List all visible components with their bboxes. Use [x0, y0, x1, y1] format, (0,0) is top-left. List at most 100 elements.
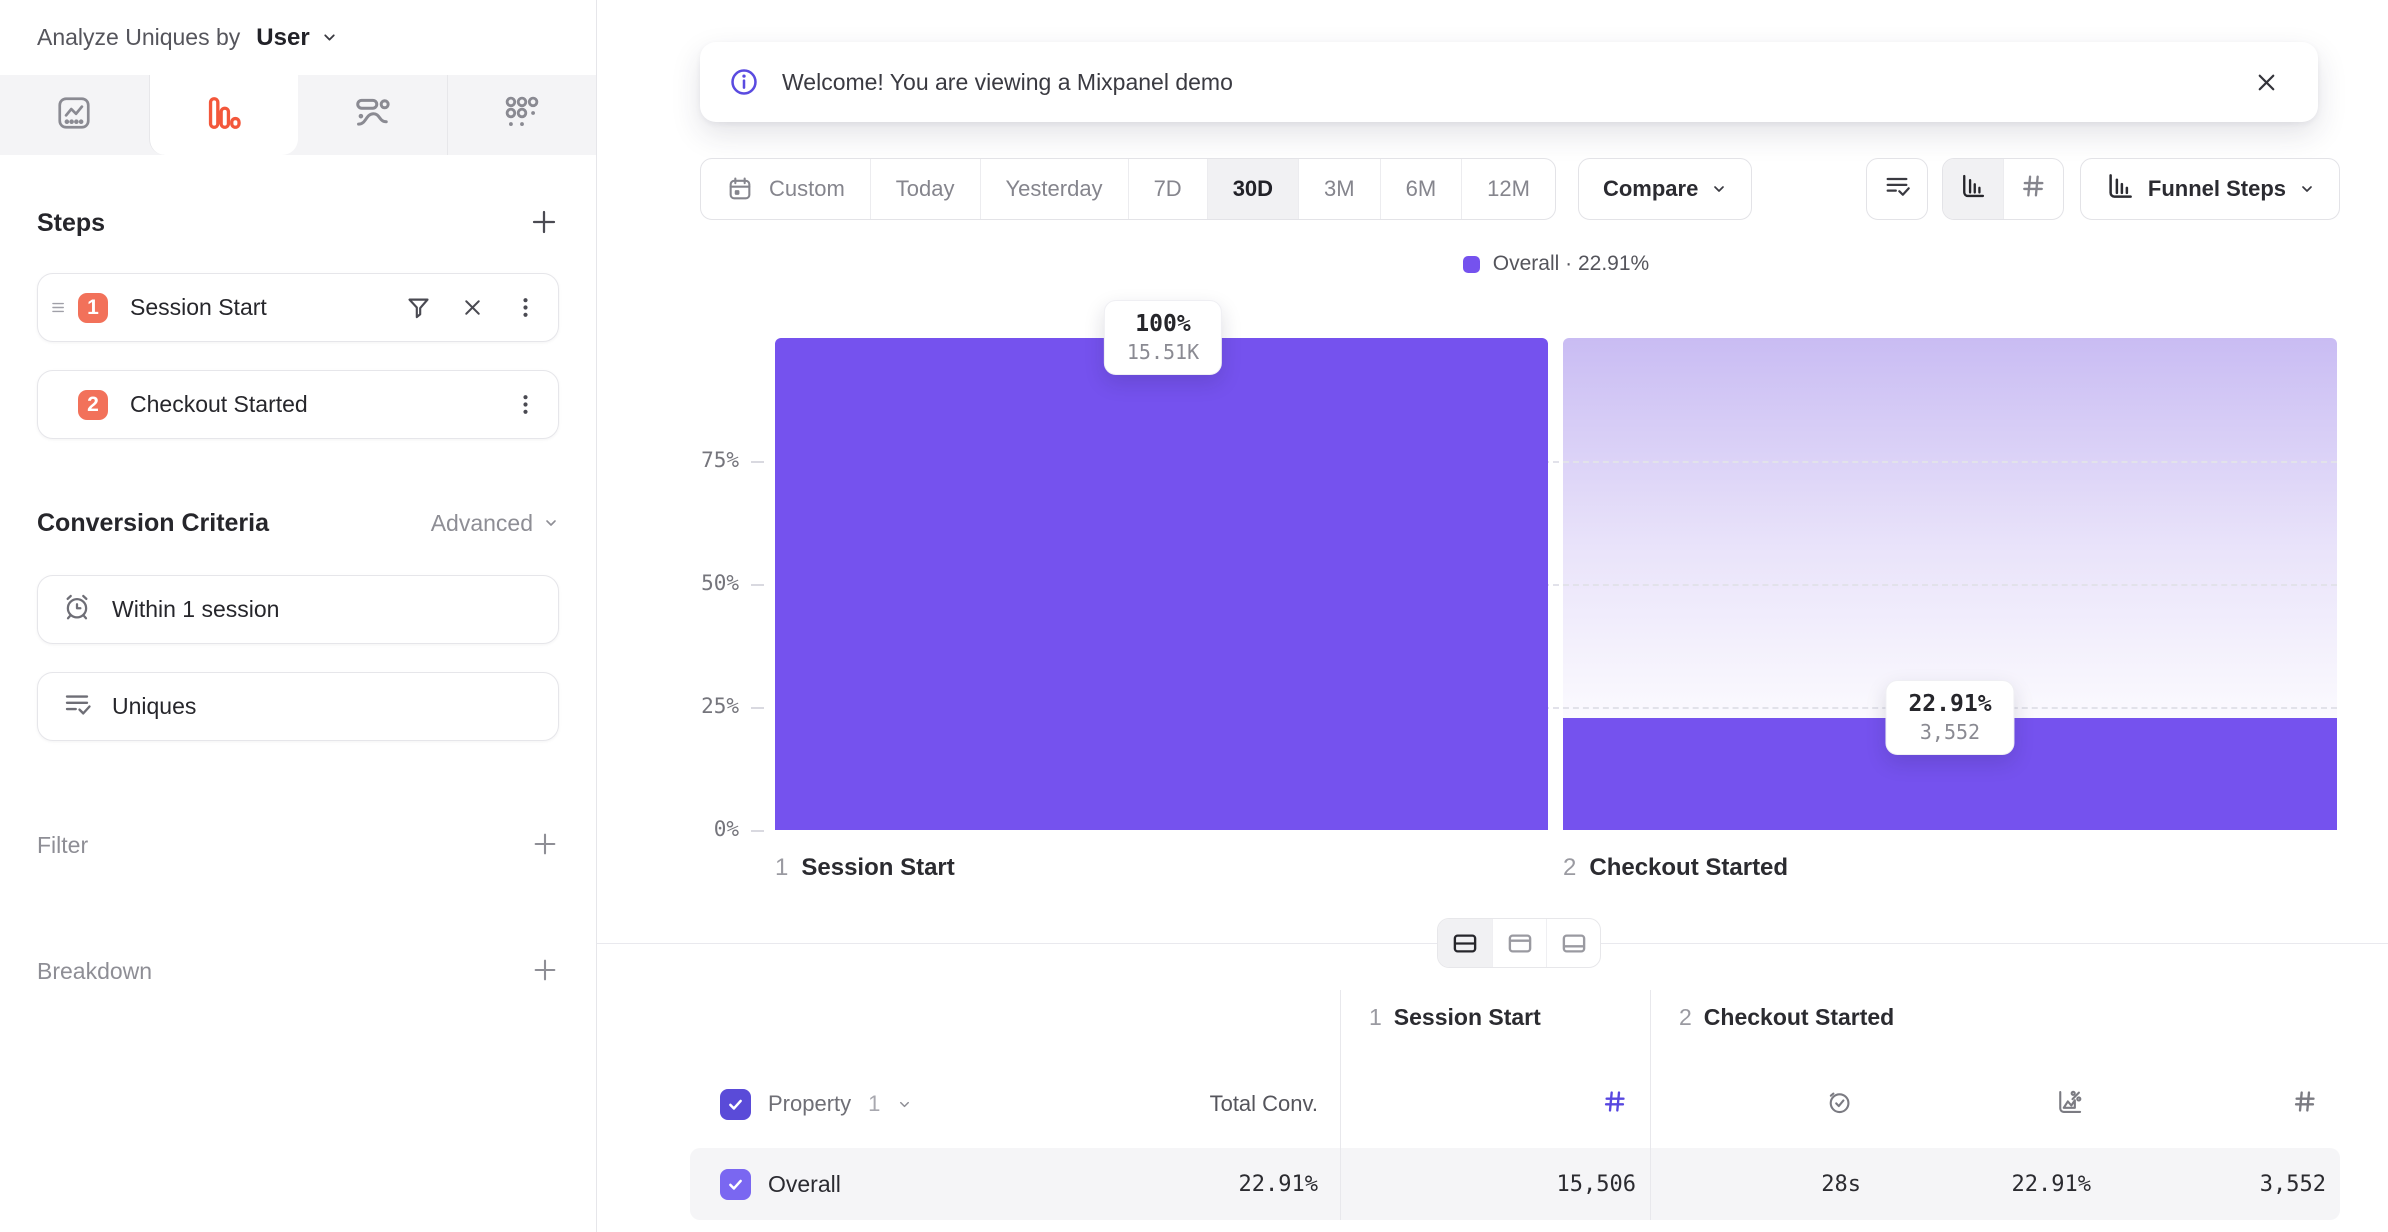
property-number: 1 [868, 1091, 880, 1117]
date-range-7d[interactable]: 7D [1128, 159, 1207, 219]
conversion-criteria-title: Conversion Criteria [37, 509, 269, 538]
add-step-button[interactable] [529, 207, 559, 240]
sidebar: Analyze Uniques by User [0, 0, 597, 1232]
table-row-overall: Overall [690, 1148, 1030, 1220]
step-card-checkout-started[interactable]: 2 Checkout Started [37, 370, 559, 439]
bar-pct: 22.91% [1908, 691, 1991, 717]
step-number-badge: 2 [78, 390, 108, 420]
clock-check-icon [1825, 1088, 1853, 1121]
calendar-icon [726, 175, 754, 203]
date-range-30d[interactable]: 30D [1207, 159, 1298, 219]
bar-value-tooltip: 22.91% 3,552 [1885, 680, 2014, 755]
counting-method-card[interactable]: Uniques [37, 672, 559, 741]
tab-funnels[interactable] [149, 75, 299, 155]
legend-label: Overall · 22.91% [1493, 252, 1649, 276]
date-range-6m[interactable]: 6M [1380, 159, 1462, 219]
kebab-menu-icon[interactable] [513, 295, 538, 320]
chevron-down-icon [543, 515, 559, 531]
bar-pct: 100% [1127, 311, 1199, 337]
hash-icon [2019, 172, 2047, 206]
drag-handle-icon[interactable] [38, 298, 78, 317]
panel-layout-toggle [1437, 918, 1601, 968]
filter-icon[interactable] [405, 294, 432, 321]
tab-retention[interactable] [447, 75, 597, 155]
select-all-checkbox[interactable] [720, 1089, 751, 1120]
date-range-today[interactable]: Today [870, 159, 980, 219]
breakdown-title: Breakdown [37, 958, 152, 985]
y-axis-tick-label: 25% [643, 694, 739, 718]
plus-icon [531, 956, 559, 987]
add-filter-button[interactable] [531, 830, 559, 861]
chart-format-toggle [1942, 158, 2064, 220]
property-label: Property [768, 1091, 851, 1117]
chevron-down-icon[interactable] [897, 1097, 912, 1112]
compare-label: Compare [1603, 176, 1698, 202]
toolbar: Custom Today Yesterday 7D 30D 3M 6M 12M … [700, 158, 2340, 220]
conversion-window-card[interactable]: Within 1 session [37, 575, 559, 644]
row-checkbox[interactable] [720, 1169, 751, 1200]
step2-count-value: 3,552 [2105, 1148, 2340, 1220]
list-check-icon [1883, 172, 1911, 206]
table-group-checkout-started: 2 Checkout Started [1650, 990, 2340, 1060]
hash-icon [1601, 1088, 1628, 1120]
layout-table-only-icon[interactable] [1546, 919, 1600, 967]
row-name: Overall [768, 1171, 841, 1198]
total-conv-header[interactable]: Total Conv. [1030, 1060, 1340, 1148]
insights-chart-icon [55, 94, 93, 137]
analyze-by-dropdown[interactable]: User [256, 24, 337, 52]
step1-count-value: 15,506 [1340, 1148, 1650, 1220]
date-range-custom[interactable]: Custom [701, 159, 870, 219]
filter-title: Filter [37, 832, 88, 859]
y-axis-tick-label: 50% [643, 571, 739, 595]
funnel-bars-icon [205, 94, 243, 137]
bar-chart-icon [2105, 171, 2135, 207]
step2-count-column-header[interactable] [2105, 1060, 2340, 1148]
chevron-down-icon [2299, 181, 2315, 197]
filter-section-header: Filter [37, 827, 559, 863]
bar-count: 3,552 [1908, 720, 1991, 744]
close-icon[interactable] [2253, 69, 2280, 96]
breakdown-section-header: Breakdown [37, 953, 559, 989]
layout-split-icon[interactable] [1438, 919, 1492, 967]
steps-title: Steps [37, 209, 105, 238]
step1-count-column-header[interactable] [1340, 1060, 1650, 1148]
step-label: Checkout Started [130, 391, 513, 418]
step-card-session-start[interactable]: 1 Session Start [37, 273, 559, 342]
y-axis-tick-label: 75% [643, 448, 739, 472]
bar-chart-icon [1959, 172, 1987, 206]
retention-grid-icon [503, 94, 541, 137]
main-content: Welcome! You are viewing a Mixpanel demo… [597, 0, 2388, 1232]
y-axis-tick-label: 0% [643, 817, 739, 841]
funnel-steps-dropdown[interactable]: Funnel Steps [2080, 158, 2340, 220]
date-range-3m[interactable]: 3M [1298, 159, 1380, 219]
plus-icon [529, 207, 559, 240]
steps-section-header: Steps [37, 205, 559, 241]
results-table: 1 Session Start 2 Checkout Started Prope… [690, 990, 2340, 1220]
time-to-convert-value: 28s [1650, 1148, 1875, 1220]
sidebar-content: Steps 1 Session Start [0, 205, 596, 989]
welcome-banner: Welcome! You are viewing a Mixpanel demo [700, 42, 2318, 122]
kebab-menu-icon[interactable] [513, 392, 538, 417]
chart-format-bars[interactable] [1943, 159, 2003, 219]
plus-icon [531, 830, 559, 861]
metrics-list-button[interactable] [1866, 158, 1928, 220]
funnel-bar-checkout-dropoff[interactable] [1563, 338, 2337, 718]
layout-chart-only-icon[interactable] [1492, 919, 1546, 967]
compare-dropdown[interactable]: Compare [1578, 158, 1752, 220]
time-to-convert-column-header[interactable] [1650, 1060, 1875, 1148]
close-icon[interactable] [460, 295, 485, 320]
date-range-12m[interactable]: 12M [1461, 159, 1555, 219]
advanced-dropdown[interactable]: Advanced [431, 510, 559, 537]
add-breakdown-button[interactable] [531, 956, 559, 987]
bar-value-tooltip: 100% 15.51K [1104, 300, 1222, 375]
conversion-rate-column-header[interactable] [1875, 1060, 2105, 1148]
counting-method-label: Uniques [112, 693, 196, 720]
tab-insights[interactable] [0, 75, 149, 155]
date-range-yesterday[interactable]: Yesterday [980, 159, 1128, 219]
total-conv-value: 22.91% [1030, 1148, 1340, 1220]
funnel-bar-session-start[interactable] [775, 338, 1548, 830]
conversion-criteria-header: Conversion Criteria Advanced [37, 505, 559, 541]
analyze-by-value: User [256, 24, 309, 52]
chart-format-numbers[interactable] [2003, 159, 2063, 219]
tab-flows[interactable] [298, 75, 447, 155]
